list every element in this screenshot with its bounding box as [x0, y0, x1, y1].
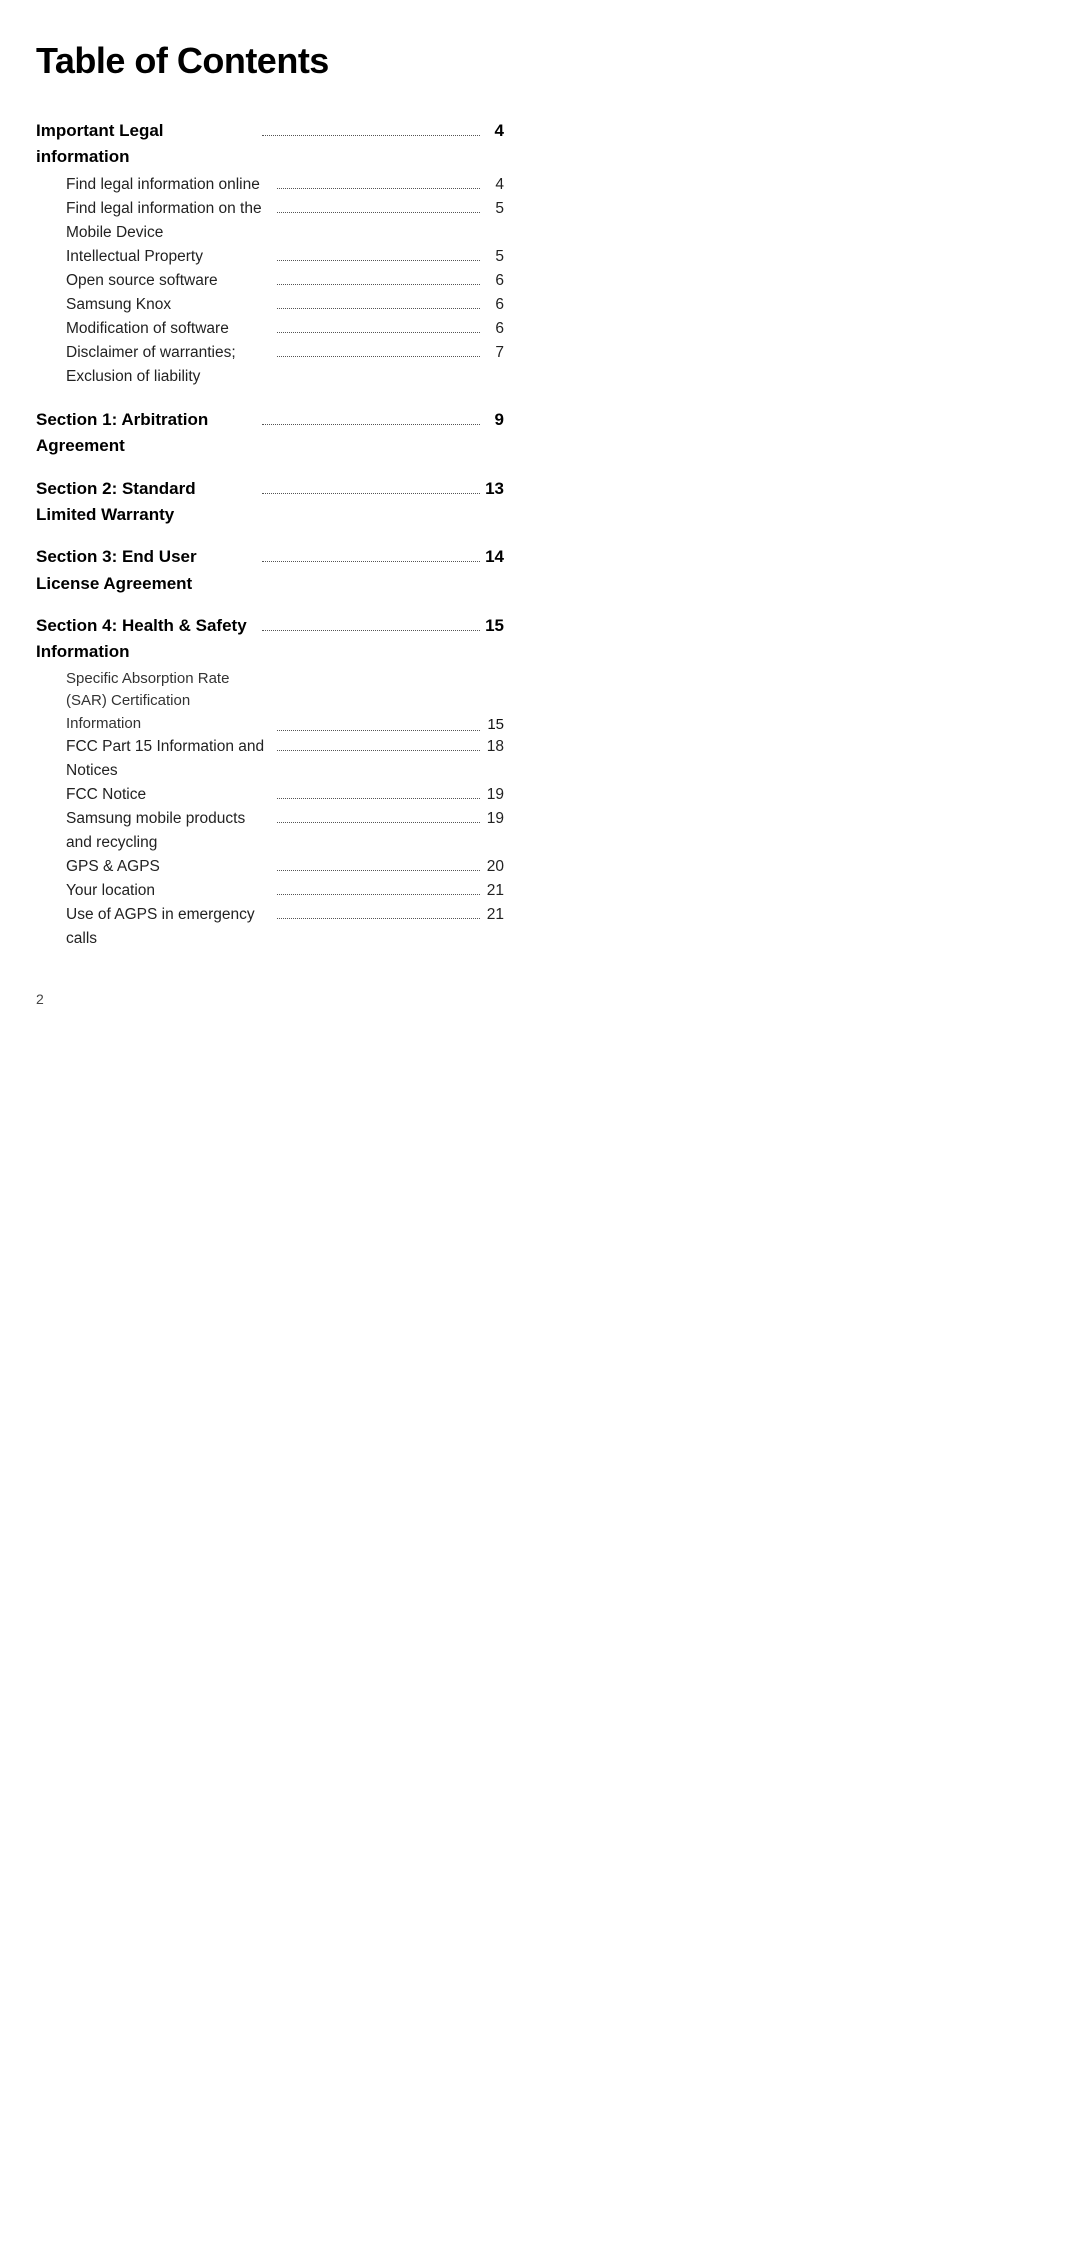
- toc-label: GPS & AGPS: [66, 855, 273, 879]
- toc-dots: [277, 730, 480, 731]
- toc-dots: [277, 284, 480, 285]
- toc-page: 19: [484, 783, 504, 807]
- toc-page: 18: [484, 735, 504, 759]
- toc-page: 7: [484, 341, 504, 365]
- toc-page: 19: [484, 807, 504, 831]
- toc-label: Specific Absorption Rate (SAR) Certifica…: [66, 668, 273, 736]
- toc-entry-samsung-recycling[interactable]: Samsung mobile products and recycling 19: [36, 807, 504, 855]
- toc-page: 21: [484, 903, 504, 927]
- toc-dots: [277, 356, 480, 357]
- toc-label: FCC Part 15 Information and Notices: [66, 735, 273, 783]
- toc-dots: [277, 212, 480, 213]
- toc-entry-fcc-part15[interactable]: FCC Part 15 Information and Notices 18: [36, 735, 504, 783]
- toc-page: 13: [484, 476, 504, 502]
- toc-dots: [277, 870, 480, 871]
- toc-page: 4: [484, 118, 504, 144]
- toc-entry-samsung-knox[interactable]: Samsung Knox 6: [36, 293, 504, 317]
- toc-label: FCC Notice: [66, 783, 273, 807]
- toc-dots: [277, 332, 480, 333]
- toc-page: 6: [484, 269, 504, 293]
- toc-page: 6: [484, 317, 504, 341]
- toc-entry-fcc-notice[interactable]: FCC Notice 19: [36, 783, 504, 807]
- toc-entry-section4[interactable]: Section 4: Health & Safety Information 1…: [36, 613, 504, 666]
- toc-dots: [262, 630, 480, 631]
- toc-label: Section 4: Health & Safety Information: [36, 613, 258, 666]
- toc-dots: [277, 894, 480, 895]
- toc-dots: [262, 424, 480, 425]
- toc-label: Find legal information online: [66, 173, 273, 197]
- toc-dots: [277, 918, 480, 919]
- toc-dots: [262, 135, 480, 136]
- toc-entry-open-source[interactable]: Open source software 6: [36, 269, 504, 293]
- toc-entry-sar[interactable]: Specific Absorption Rate (SAR) Certifica…: [36, 668, 504, 736]
- toc-entry-section2[interactable]: Section 2: Standard Limited Warranty 13: [36, 476, 504, 529]
- toc-page: 4: [484, 173, 504, 197]
- toc-dots: [262, 493, 480, 494]
- toc-label: Samsung Knox: [66, 293, 273, 317]
- toc-dots: [262, 561, 480, 562]
- page-number: 2: [36, 991, 504, 1007]
- toc-page: 15: [484, 613, 504, 639]
- toc-label: Section 3: End User License Agreement: [36, 544, 258, 597]
- toc-label: Modification of software: [66, 317, 273, 341]
- toc-page: 5: [484, 245, 504, 269]
- toc-page: 9: [484, 407, 504, 433]
- toc-label: Use of AGPS in emergency calls: [66, 903, 273, 951]
- toc-entry-find-legal-mobile[interactable]: Find legal information on the Mobile Dev…: [36, 197, 504, 245]
- toc-container: Important Legal information 4 Find legal…: [36, 118, 504, 951]
- toc-label: Intellectual Property: [66, 245, 273, 269]
- toc-dots: [277, 188, 480, 189]
- toc-entry-section1[interactable]: Section 1: Arbitration Agreement 9: [36, 407, 504, 460]
- toc-page: 6: [484, 293, 504, 317]
- toc-page: 5: [484, 197, 504, 221]
- toc-entry-section3[interactable]: Section 3: End User License Agreement 14: [36, 544, 504, 597]
- toc-entry-modification-software[interactable]: Modification of software 6: [36, 317, 504, 341]
- toc-label: Find legal information on the Mobile Dev…: [66, 197, 273, 245]
- toc-page: 15: [484, 716, 504, 735]
- toc-label: Important Legal information: [36, 118, 258, 171]
- toc-entry-agps-emergency[interactable]: Use of AGPS in emergency calls 21: [36, 903, 504, 951]
- toc-page: 21: [484, 879, 504, 903]
- toc-dots: [277, 308, 480, 309]
- toc-entry-intellectual-property[interactable]: Intellectual Property 5: [36, 245, 504, 269]
- toc-entry-find-legal-online[interactable]: Find legal information online 4: [36, 173, 504, 197]
- toc-page: 14: [484, 544, 504, 570]
- toc-label: Disclaimer of warranties; Exclusion of l…: [66, 341, 273, 389]
- toc-dots: [277, 822, 480, 823]
- toc-label: Your location: [66, 879, 273, 903]
- toc-label: Section 1: Arbitration Agreement: [36, 407, 258, 460]
- toc-entry-your-location[interactable]: Your location 21: [36, 879, 504, 903]
- page-title: Table of Contents: [36, 40, 504, 82]
- toc-dots: [277, 260, 480, 261]
- toc-page: 20: [484, 855, 504, 879]
- toc-entry-disclaimer[interactable]: Disclaimer of warranties; Exclusion of l…: [36, 341, 504, 389]
- toc-label: Section 2: Standard Limited Warranty: [36, 476, 258, 529]
- toc-dots: [277, 798, 480, 799]
- toc-label: Samsung mobile products and recycling: [66, 807, 273, 855]
- toc-dots: [277, 750, 480, 751]
- toc-label: Open source software: [66, 269, 273, 293]
- toc-entry-gps-agps[interactable]: GPS & AGPS 20: [36, 855, 504, 879]
- toc-entry-important-legal[interactable]: Important Legal information 4: [36, 118, 504, 171]
